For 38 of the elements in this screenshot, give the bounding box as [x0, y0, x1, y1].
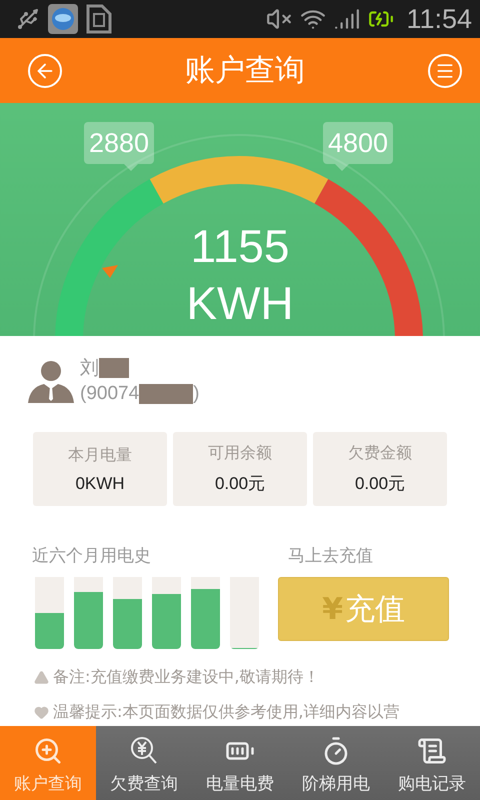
stat-value: 0.00元: [354, 473, 406, 495]
account-number: (90074: [80, 383, 140, 405]
nav-tab[interactable]: 电量电费: [192, 726, 288, 800]
nav-tab[interactable]: 欠费查询: [96, 726, 192, 800]
mute-icon: [266, 6, 292, 32]
sim-card-icon: [86, 4, 112, 34]
warning-icon: [34, 670, 49, 685]
page-title: 账户查询: [185, 52, 305, 90]
scroll-icon: [417, 736, 447, 766]
pointer-icon: [102, 265, 118, 278]
history-title: 近六个月用电史: [32, 545, 152, 567]
stat-label: 欠费金额: [348, 443, 412, 464]
zoom-in-icon: [33, 736, 63, 766]
stat-label: 本月电量: [68, 444, 132, 466]
heart-icon: [34, 705, 49, 720]
back-button[interactable]: [28, 54, 62, 88]
nav-tab[interactable]: 阶梯用电: [288, 726, 384, 800]
stat-value: 0KWH: [75, 474, 125, 494]
redaction-mark: [139, 384, 194, 404]
stat-label: 可用余额: [208, 443, 272, 464]
clock-time: 11:54: [406, 4, 472, 34]
usage-unit: KWH: [185, 280, 295, 326]
gauge-mark: 4800: [323, 122, 393, 171]
account-number-end: ): [193, 383, 200, 405]
redaction-mark: [99, 358, 129, 378]
menu-button[interactable]: [428, 54, 462, 88]
note-text: 备注:充值缴费业务建设中,敬请期待！: [53, 667, 320, 688]
stat-value: 0.00元: [214, 473, 266, 495]
usb-icon: [16, 7, 40, 31]
recharge-title: 马上去充值: [287, 545, 374, 567]
usage-value: 1155: [190, 223, 290, 269]
nav-tab[interactable]: 购电记录: [384, 726, 480, 800]
user-icon: [28, 359, 74, 403]
note-text: 温馨提示:本页面数据仅供参考使用,详细内容以营: [53, 702, 400, 723]
app-icon: [48, 4, 78, 34]
yen-search-icon: [130, 736, 158, 766]
gauge-mark: 2880: [84, 122, 154, 171]
account-name: 刘: [80, 357, 99, 381]
